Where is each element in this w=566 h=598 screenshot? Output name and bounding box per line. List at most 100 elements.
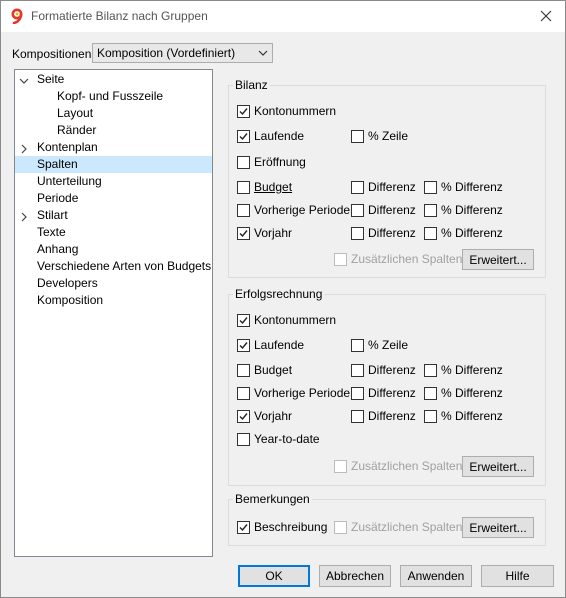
tree-item-texte[interactable]: Texte bbox=[15, 224, 212, 241]
checkbox-box[interactable] bbox=[237, 104, 250, 118]
checkbox-box[interactable] bbox=[424, 409, 437, 423]
er-budget-differenz-checkbox[interactable]: Differenz bbox=[351, 362, 416, 378]
checkbox-box[interactable] bbox=[424, 226, 437, 240]
bilanz-kontonummern-checkbox[interactable]: Kontonummern bbox=[237, 103, 336, 119]
tree-item-seite[interactable]: Seite bbox=[15, 71, 212, 88]
checkbox-label: % Differenz bbox=[441, 226, 503, 240]
checkbox-box[interactable] bbox=[351, 226, 364, 240]
er-year-to-date-checkbox[interactable]: Year-to-date bbox=[237, 431, 320, 447]
tree-item-layout[interactable]: Layout bbox=[15, 105, 212, 122]
checkbox-box[interactable] bbox=[237, 313, 250, 327]
bilanz-vorjahr-checkbox[interactable]: Vorjahr bbox=[237, 225, 292, 241]
checkbox-box[interactable] bbox=[237, 129, 250, 143]
er-laufende-zeile-checkbox[interactable]: % Zeile bbox=[351, 337, 408, 353]
er-vorjahr-differenz-checkbox[interactable]: Differenz bbox=[351, 408, 416, 424]
tree-item-kontenplan[interactable]: Kontenplan bbox=[15, 139, 212, 156]
checkbox-label: % Differenz bbox=[441, 203, 503, 217]
checkbox-box bbox=[334, 459, 347, 473]
er-budget-checkbox[interactable]: Budget bbox=[237, 362, 292, 378]
er-vorherige-checkbox[interactable]: Vorherige Periode bbox=[237, 385, 350, 401]
settings-tree[interactable]: Seite Kopf- und Fusszeile Layout Ränder … bbox=[14, 69, 213, 557]
checkbox-box[interactable] bbox=[424, 386, 437, 400]
er-erweitert-button[interactable]: Erweitert... bbox=[462, 456, 534, 477]
bemerkungen-erweitert-button[interactable]: Erweitert... bbox=[462, 517, 534, 538]
checkbox-box[interactable] bbox=[351, 386, 364, 400]
checkbox-label: Differenz bbox=[368, 386, 416, 400]
checkbox-box[interactable] bbox=[351, 129, 364, 143]
er-vorjahr-checkbox[interactable]: Vorjahr bbox=[237, 408, 292, 424]
checkbox-box[interactable] bbox=[237, 363, 250, 377]
bilanz-budget-prozent-differenz-checkbox[interactable]: % Differenz bbox=[424, 179, 503, 195]
expand-chevron-icon[interactable] bbox=[19, 210, 29, 222]
tree-item-anhang[interactable]: Anhang bbox=[15, 241, 212, 258]
bilanz-budget-checkbox[interactable]: Budget bbox=[237, 179, 292, 195]
bemerkungen-group-title: Bemerkungen bbox=[233, 492, 312, 506]
checkbox-box[interactable] bbox=[237, 409, 250, 423]
hilfe-button[interactable]: Hilfe bbox=[481, 565, 554, 587]
checkmark-icon bbox=[239, 412, 248, 420]
tree-item-periode[interactable]: Periode bbox=[15, 190, 212, 207]
bilanz-vorjahr-prozent-differenz-checkbox[interactable]: % Differenz bbox=[424, 225, 503, 241]
checkbox-box[interactable] bbox=[351, 363, 364, 377]
checkbox-box[interactable] bbox=[237, 203, 250, 217]
checkmark-icon bbox=[239, 229, 248, 237]
chevron-down-icon bbox=[258, 47, 268, 61]
checkbox-box[interactable] bbox=[237, 226, 250, 240]
bemerkungen-beschreibung-checkbox[interactable]: Beschreibung bbox=[237, 519, 327, 535]
checkbox-box[interactable] bbox=[237, 520, 250, 534]
checkbox-box[interactable] bbox=[351, 338, 364, 352]
checkbox-box[interactable] bbox=[237, 338, 250, 352]
bilanz-laufende-checkbox[interactable]: Laufende bbox=[237, 128, 304, 144]
kompositionen-select[interactable]: Komposition (Vordefiniert) bbox=[92, 43, 273, 63]
checkbox-box[interactable] bbox=[237, 180, 250, 194]
checkmark-icon bbox=[239, 316, 248, 324]
tree-item-kopf-fusszeile[interactable]: Kopf- und Fusszeile bbox=[15, 88, 212, 105]
er-budget-prozent-differenz-checkbox[interactable]: % Differenz bbox=[424, 362, 503, 378]
close-button[interactable] bbox=[533, 4, 559, 28]
ok-button[interactable]: OK bbox=[238, 565, 310, 587]
checkbox-box[interactable] bbox=[237, 386, 250, 400]
bilanz-laufende-zeile-checkbox[interactable]: % Zeile bbox=[351, 128, 408, 144]
anwenden-button[interactable]: Anwenden bbox=[400, 565, 472, 587]
er-vorherige-prozent-differenz-checkbox[interactable]: % Differenz bbox=[424, 385, 503, 401]
abbrechen-button[interactable]: Abbrechen bbox=[319, 565, 391, 587]
checkbox-label: Kontonummern bbox=[254, 313, 337, 327]
tree-item-spalten[interactable]: Spalten bbox=[15, 156, 212, 173]
checkbox-label: Vorherige Periode bbox=[254, 203, 351, 217]
bilanz-vorherige-checkbox[interactable]: Vorherige Periode bbox=[237, 202, 350, 218]
banana-app-icon bbox=[9, 8, 25, 25]
tree-item-developers[interactable]: Developers bbox=[15, 275, 212, 292]
checkmark-icon bbox=[239, 107, 248, 115]
expand-chevron-icon[interactable] bbox=[19, 142, 29, 154]
tree-item-label: Unterteilung bbox=[37, 174, 102, 188]
checkbox-label: % Zeile bbox=[368, 338, 409, 352]
checkmark-icon bbox=[239, 132, 248, 140]
bilanz-vorherige-differenz-checkbox[interactable]: Differenz bbox=[351, 202, 416, 218]
checkbox-box[interactable] bbox=[351, 409, 364, 423]
collapse-chevron-icon[interactable] bbox=[19, 74, 29, 84]
bilanz-group-title: Bilanz bbox=[233, 78, 270, 92]
tree-item-label: Spalten bbox=[37, 157, 78, 171]
bilanz-vorjahr-differenz-checkbox[interactable]: Differenz bbox=[351, 225, 416, 241]
checkbox-box[interactable] bbox=[424, 363, 437, 377]
bilanz-budget-differenz-checkbox[interactable]: Differenz bbox=[351, 179, 416, 195]
er-vorjahr-prozent-differenz-checkbox[interactable]: % Differenz bbox=[424, 408, 503, 424]
checkbox-box[interactable] bbox=[424, 203, 437, 217]
tree-item-stilart[interactable]: Stilart bbox=[15, 207, 212, 224]
checkbox-box[interactable] bbox=[351, 180, 364, 194]
tree-item-raender[interactable]: Ränder bbox=[15, 122, 212, 139]
bilanz-eroeffnung-checkbox[interactable]: Eröffnung bbox=[237, 154, 306, 170]
tree-item-komposition[interactable]: Komposition bbox=[15, 292, 212, 309]
checkbox-box[interactable] bbox=[237, 155, 250, 169]
tree-item-budgets[interactable]: Verschiedene Arten von Budgets bbox=[15, 258, 212, 275]
bilanz-vorherige-prozent-differenz-checkbox[interactable]: % Differenz bbox=[424, 202, 503, 218]
er-vorherige-differenz-checkbox[interactable]: Differenz bbox=[351, 385, 416, 401]
checkbox-label: Vorjahr bbox=[254, 409, 293, 423]
checkbox-box[interactable] bbox=[351, 203, 364, 217]
er-laufende-checkbox[interactable]: Laufende bbox=[237, 337, 304, 353]
er-kontonummern-checkbox[interactable]: Kontonummern bbox=[237, 312, 336, 328]
tree-item-unterteilung[interactable]: Unterteilung bbox=[15, 173, 212, 190]
checkbox-box[interactable] bbox=[424, 180, 437, 194]
bilanz-erweitert-button[interactable]: Erweitert... bbox=[462, 249, 534, 270]
checkbox-box[interactable] bbox=[237, 432, 250, 446]
